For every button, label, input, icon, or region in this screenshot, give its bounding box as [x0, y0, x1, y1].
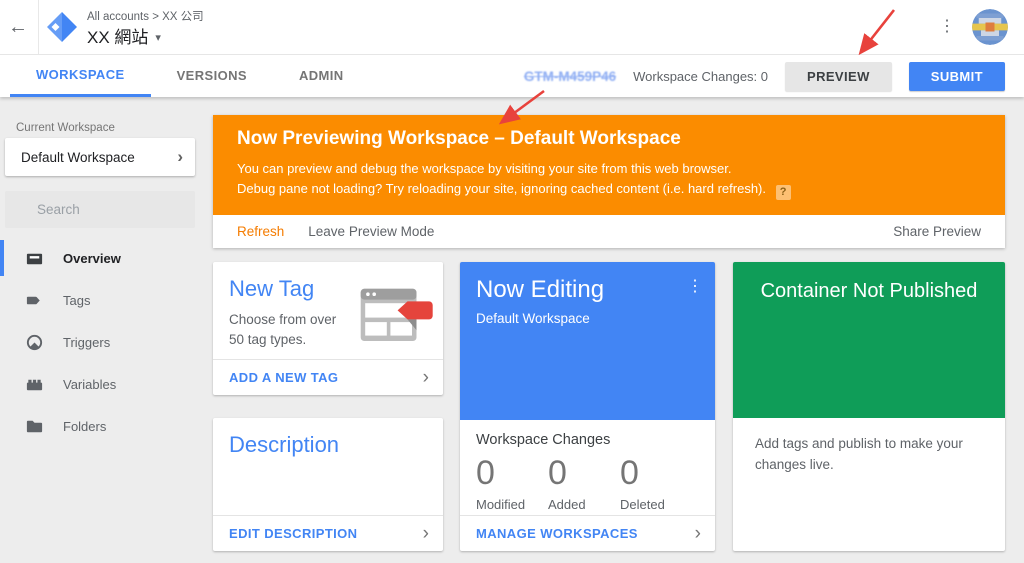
- sidebar-item-overview[interactable]: Overview: [0, 237, 213, 279]
- tab-workspace[interactable]: WORKSPACE: [10, 55, 151, 97]
- now-editing-card: Now Editing Default Workspace ⋮ Workspac…: [460, 262, 715, 551]
- tab-bar-actions: GTM-M459P46 Workspace Changes: 0 PREVIEW…: [524, 55, 1005, 97]
- new-tag-card: New Tag Choose from over 50 tag types. A…: [213, 262, 443, 395]
- add-new-tag-action[interactable]: ADD A NEW TAG ›: [213, 359, 443, 395]
- header-divider: [38, 0, 39, 54]
- modified-label: Modified: [476, 497, 526, 512]
- help-icon[interactable]: ?: [775, 185, 791, 200]
- manage-workspaces-label: MANAGE WORKSPACES: [476, 526, 638, 541]
- new-tag-illustration: [353, 278, 435, 355]
- current-workspace-label: Current Workspace: [16, 122, 115, 134]
- chevron-right-icon: ›: [422, 523, 429, 544]
- now-editing-header: Now Editing Default Workspace ⋮: [460, 262, 715, 420]
- container-title: XX 網站: [87, 28, 149, 47]
- search-input[interactable]: [35, 201, 216, 218]
- chevron-right-icon: ›: [694, 523, 701, 544]
- now-editing-title: Now Editing: [476, 276, 605, 303]
- add-new-tag-label: ADD A NEW TAG: [229, 370, 339, 385]
- preview-button[interactable]: PREVIEW: [785, 61, 892, 91]
- gtm-app-window: ← All accounts > XX 公司 XX 網站 ▾ ⋮ WORKSPA…: [0, 0, 1024, 563]
- app-header: ← All accounts > XX 公司 XX 網站 ▾ ⋮: [0, 0, 1024, 55]
- chevron-right-icon: ›: [422, 367, 429, 388]
- sidebar-item-label: Tags: [63, 292, 91, 308]
- workspace-name: Default Workspace: [21, 149, 135, 165]
- overflow-menu-icon[interactable]: ⋮: [935, 13, 959, 41]
- deleted-counter: 0 Deleted: [620, 454, 692, 512]
- search-box[interactable]: [5, 191, 216, 228]
- overview-icon: [24, 248, 44, 268]
- not-published-body: Add tags and publish to make your change…: [755, 436, 963, 472]
- description-card: Description EDIT DESCRIPTION ›: [213, 418, 443, 551]
- breadcrumb[interactable]: All accounts > XX 公司: [87, 8, 204, 24]
- new-tag-title[interactable]: New Tag: [229, 276, 314, 302]
- new-tag-body: Choose from over 50 tag types.: [229, 312, 337, 347]
- sidebar-item-label: Overview: [63, 250, 121, 266]
- workspace-changes-section: Workspace Changes 0 Modified 0 Added 0 D…: [460, 420, 715, 515]
- preview-banner: Now Previewing Workspace – Default Works…: [213, 115, 1005, 248]
- workspace-changes-label: Workspace Changes: [476, 432, 611, 448]
- sidebar-item-label: Variables: [63, 376, 117, 392]
- tabs: WORKSPACE VERSIONS ADMIN: [10, 55, 370, 97]
- preview-banner-orange: Now Previewing Workspace – Default Works…: [213, 115, 1005, 215]
- manage-workspaces-action[interactable]: MANAGE WORKSPACES ›: [460, 515, 715, 551]
- sidebar-item-triggers[interactable]: Triggers: [0, 321, 213, 363]
- added-label: Added: [548, 497, 586, 512]
- modified-count: 0: [476, 454, 495, 492]
- sidebar-item-label: Folders: [63, 418, 107, 434]
- edit-description-label: EDIT DESCRIPTION: [229, 526, 358, 541]
- now-editing-workspace: Default Workspace: [476, 311, 590, 326]
- sidebar-item-variables[interactable]: Variables: [0, 363, 213, 405]
- preview-banner-line1: You can preview and debug the workspace …: [237, 161, 732, 176]
- description-title: Description: [229, 432, 340, 457]
- container-title-dropdown[interactable]: XX 網站 ▾: [87, 23, 161, 48]
- container-not-published-card: Container Not Published Add tags and pub…: [733, 262, 1005, 551]
- added-counter: 0 Added: [548, 454, 620, 512]
- modified-counter: 0 Modified: [476, 454, 548, 512]
- leave-preview-mode-link[interactable]: Leave Preview Mode: [308, 224, 434, 239]
- deleted-label: Deleted: [620, 497, 665, 512]
- tab-admin[interactable]: ADMIN: [273, 55, 370, 97]
- not-published-title: Container Not Published: [760, 280, 978, 302]
- sidebar-item-tags[interactable]: Tags: [0, 279, 213, 321]
- tab-bar: WORKSPACE VERSIONS ADMIN GTM-M459P46 Wor…: [0, 55, 1024, 97]
- workspace-changes-count: Workspace Changes: 0: [633, 68, 768, 84]
- sidebar-item-label: Triggers: [63, 334, 111, 350]
- deleted-count: 0: [620, 454, 639, 492]
- submit-button[interactable]: SUBMIT: [908, 61, 1005, 91]
- tab-versions[interactable]: VERSIONS: [151, 55, 273, 97]
- sidebar: Current Workspace Default Workspace › Ov…: [0, 97, 216, 563]
- preview-banner-line2-text: Debug pane not loading? Try reloading yo…: [237, 181, 766, 196]
- preview-banner-line2: Debug pane not loading? Try reloading yo…: [237, 179, 981, 200]
- added-count: 0: [548, 454, 567, 492]
- edit-description-action[interactable]: EDIT DESCRIPTION ›: [213, 515, 443, 551]
- chevron-right-icon: ›: [177, 147, 183, 166]
- card-overflow-menu-icon[interactable]: ⋮: [685, 276, 705, 296]
- preview-banner-title: Now Previewing Workspace – Default Works…: [237, 128, 681, 149]
- sidebar-nav: Overview Tags Triggers Variables Folders: [0, 237, 213, 447]
- folder-icon: [24, 416, 44, 436]
- back-arrow-icon[interactable]: ←: [4, 13, 32, 41]
- sidebar-item-folders[interactable]: Folders: [0, 405, 213, 447]
- user-avatar[interactable]: [972, 9, 1008, 45]
- trigger-icon: [24, 332, 44, 352]
- chevron-down-icon: ▾: [155, 31, 161, 44]
- tag-icon: [24, 290, 44, 310]
- share-preview-link[interactable]: Share Preview: [893, 224, 981, 239]
- preview-banner-actions: Refresh Leave Preview Mode Share Preview: [213, 215, 1005, 248]
- container-id[interactable]: GTM-M459P46: [524, 69, 616, 84]
- refresh-link[interactable]: Refresh: [237, 224, 284, 239]
- change-counters: 0 Modified 0 Added 0 Deleted: [476, 454, 699, 512]
- gtm-logo-icon: [45, 10, 79, 49]
- not-published-header: Container Not Published: [733, 262, 1005, 418]
- workspace-selector[interactable]: Default Workspace ›: [5, 138, 195, 176]
- variables-icon: [24, 374, 44, 394]
